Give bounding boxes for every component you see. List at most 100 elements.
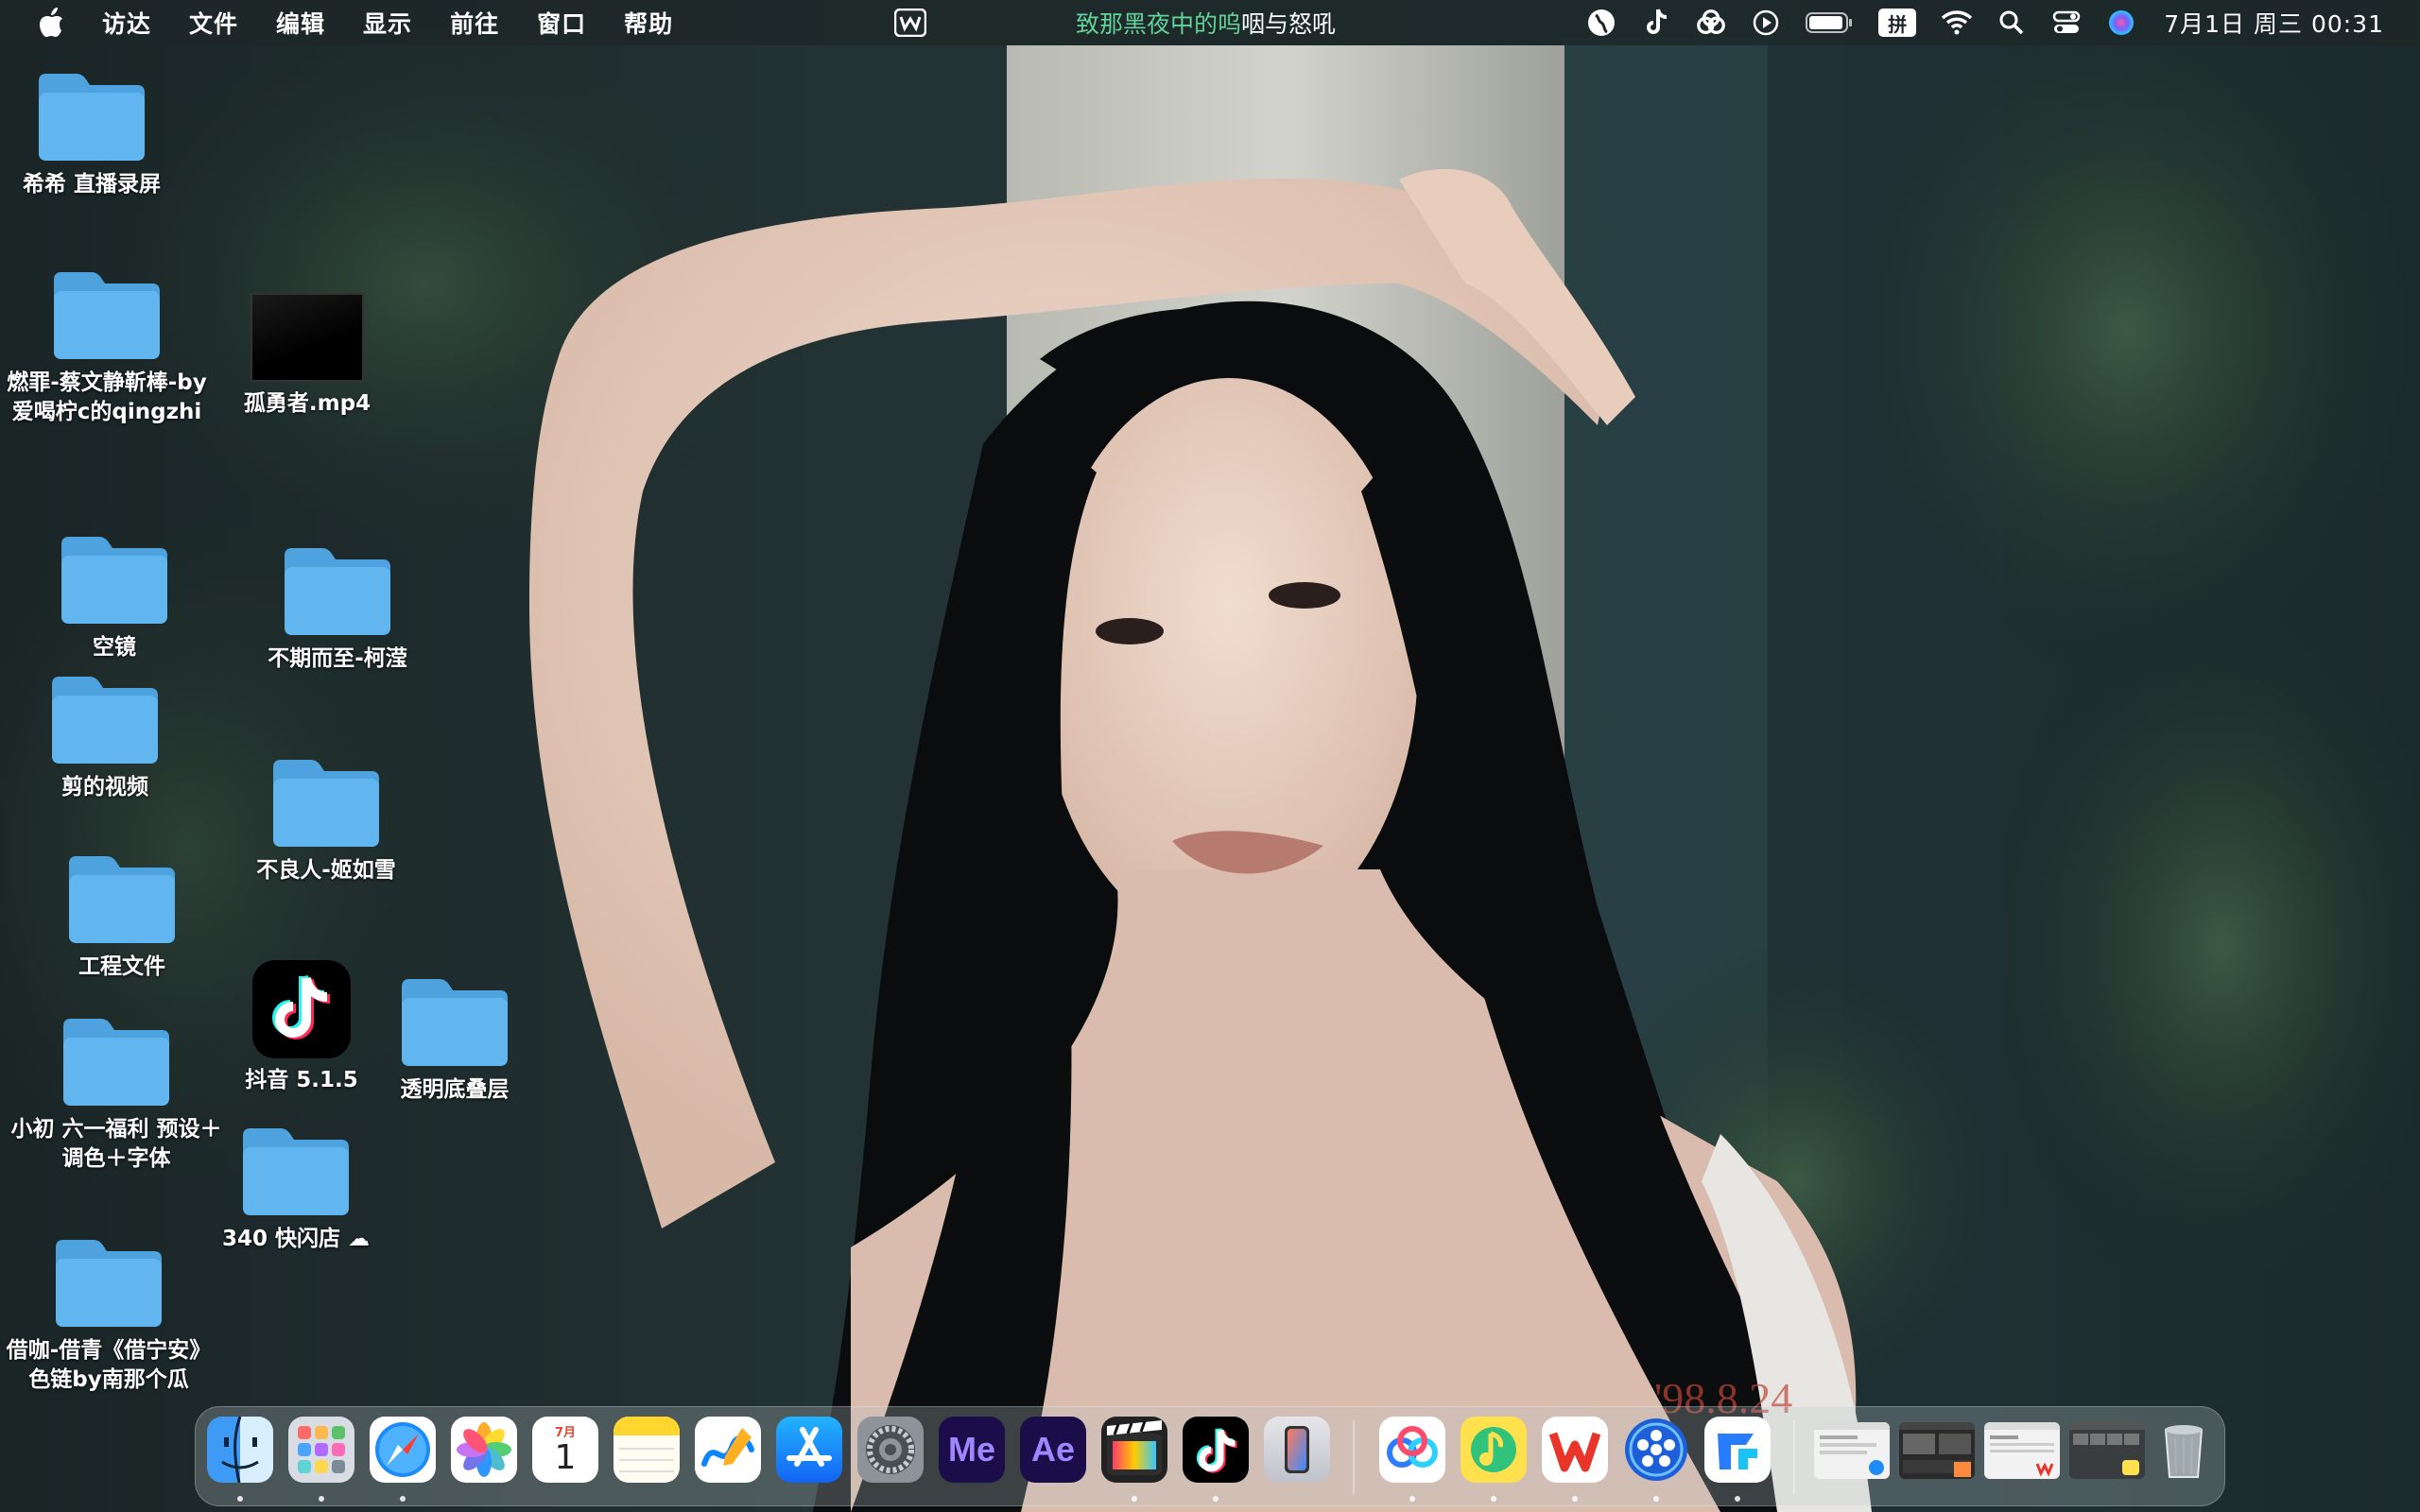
folder-340-kuaishandian[interactable]: 340 快闪店 ☁: [187, 1123, 405, 1254]
play-icon[interactable]: [1750, 7, 1782, 39]
qq-music-icon: [1471, 1427, 1516, 1472]
dock-photos[interactable]: [451, 1417, 517, 1483]
desktop-item-label: 透明底叠层: [400, 1077, 510, 1102]
dock-kuaishou-video[interactable]: [1623, 1417, 1689, 1483]
iphone-mirroring-icon: [1285, 1426, 1309, 1473]
running-indicator: [400, 1496, 406, 1502]
folder-buqierzhi[interactable]: 不期而至-柯滢: [229, 542, 446, 674]
dock-calendar[interactable]: 7月 1: [532, 1417, 598, 1483]
running-indicator: [1409, 1496, 1415, 1502]
battery-icon[interactable]: [1805, 7, 1854, 39]
menu-edit[interactable]: 编辑: [276, 6, 325, 40]
launchpad-icon: [298, 1426, 345, 1473]
apple-icon[interactable]: [38, 0, 66, 45]
dock-qq-music[interactable]: [1461, 1417, 1527, 1483]
final-cut-icon: [1107, 1420, 1162, 1475]
photos-icon: [457, 1422, 511, 1477]
freeform-icon: [701, 1428, 754, 1467]
running-indicator: [1653, 1496, 1659, 1502]
dock-launchpad[interactable]: [288, 1417, 354, 1483]
search-icon[interactable]: [1996, 7, 2028, 39]
folder-buliangren[interactable]: 不良人-姬如雪: [217, 754, 435, 885]
minimized-window-3[interactable]: [1984, 1422, 2060, 1479]
folder-icon: [69, 856, 175, 943]
dock-notes[interactable]: [614, 1417, 680, 1483]
dock-iphone-mirroring[interactable]: [1264, 1417, 1330, 1483]
desktop-item-label: 不期而至-柯滢: [268, 646, 407, 671]
dock-baidu-netdisk[interactable]: [1379, 1417, 1445, 1483]
globe-icon[interactable]: [1585, 7, 1617, 39]
minimized-window-4[interactable]: [2069, 1422, 2145, 1479]
lyrics-rest: 咽与怒吼: [1241, 10, 1337, 38]
tiktok-icon: [1196, 1428, 1237, 1473]
wps-icon: [1548, 1432, 1601, 1472]
safari-icon: [375, 1422, 430, 1477]
finder-icon: [207, 1417, 273, 1483]
folder-icon: [285, 548, 390, 635]
dock-trash[interactable]: [2151, 1417, 2217, 1483]
lyrics-highlight: 致那黑夜中的呜: [1076, 10, 1242, 38]
menu-finder[interactable]: 访达: [102, 6, 151, 40]
folder-ranzui[interactable]: 燃罪-蔡文静靳棒-by 爱喝柠c的qingzhi: [0, 266, 216, 427]
minimized-window-1[interactable]: [1814, 1422, 1890, 1479]
app-store-icon: [786, 1427, 832, 1467]
dock-feishu-transfer[interactable]: [1704, 1417, 1771, 1483]
media-encoder-icon: Me: [947, 1430, 995, 1469]
desktop-item-label: 工程文件: [78, 954, 165, 979]
dock-media-encoder[interactable]: Me: [939, 1417, 1005, 1483]
now-playing-lyrics[interactable]: 致那黑夜中的呜 咽与怒吼: [1076, 0, 1336, 45]
desktop-item-label: 孤勇者.mp4: [243, 391, 372, 416]
control-center-icon[interactable]: [2050, 7, 2083, 39]
video-editor-icon: [1625, 1418, 1687, 1481]
menu-file[interactable]: 文件: [189, 6, 238, 40]
dock-app-store[interactable]: [776, 1417, 842, 1483]
dock-freeform[interactable]: [695, 1417, 761, 1483]
folder-icon: [56, 1240, 162, 1327]
wifi-icon[interactable]: [1941, 7, 1973, 39]
dock: 7月 1 Me Ae: [195, 1406, 2225, 1506]
baidu-netdisk-icon: [1387, 1426, 1438, 1468]
desktop-item-label: 燃罪-蔡文静靳棒-by 爱喝柠c的qingzhi: [7, 370, 207, 424]
folder-toumingdi[interactable]: 透明底叠层: [346, 973, 563, 1105]
menu-view[interactable]: 显示: [363, 6, 412, 40]
folder-xixi-live-recording[interactable]: 希希 直播录屏: [0, 68, 200, 199]
wps-menubar-icon[interactable]: [893, 8, 927, 38]
folder-jian-de-shipin[interactable]: 剪的视频: [0, 671, 214, 802]
desktop-item-label: 340 快闪店 ☁: [221, 1227, 371, 1251]
dock-safari[interactable]: [370, 1417, 436, 1483]
siri-icon[interactable]: [2105, 7, 2137, 39]
dock-final-cut-pro[interactable]: [1101, 1417, 1167, 1483]
folder-icon: [273, 760, 379, 847]
folder-icon: [61, 537, 167, 624]
minimized-window-2[interactable]: [1899, 1422, 1975, 1479]
menu-help[interactable]: 帮助: [624, 6, 673, 40]
dock-finder[interactable]: [207, 1417, 273, 1483]
status-area: 拼 7月1日 周三 00:31: [1563, 0, 2420, 45]
menu-window[interactable]: 窗口: [537, 6, 586, 40]
tiktok-icon: [252, 960, 351, 1058]
folder-icon: [54, 272, 160, 359]
dock-after-effects[interactable]: Ae: [1020, 1417, 1086, 1483]
folder-jieka[interactable]: 借咖-借青《借宁安》 色链by南那个瓜: [0, 1234, 217, 1395]
trash-icon: [2164, 1425, 2204, 1478]
folder-icon: [243, 1128, 349, 1215]
desktop-item-label: 抖音 5.1.5: [245, 1068, 358, 1092]
input-method-icon[interactable]: 拼: [1876, 7, 1918, 39]
menu-go[interactable]: 前往: [450, 6, 499, 40]
folder-icon: [39, 74, 145, 161]
file-guyongzhe-mp4[interactable]: 孤勇者.mp4: [199, 287, 416, 419]
tiktok-icon[interactable]: [1640, 7, 1672, 39]
desktop-item-label: 空镜: [93, 635, 136, 660]
menubar-clock[interactable]: 7月1日 周三 00:31: [2164, 6, 2384, 40]
after-effects-icon: Ae: [1030, 1430, 1076, 1469]
creative-cloud-icon[interactable]: [1695, 7, 1727, 39]
folder-icon: [402, 979, 508, 1066]
dock-separator: [1793, 1420, 1795, 1494]
folder-kongjing[interactable]: 空镜: [6, 531, 223, 662]
transfer-icon: [1718, 1434, 1757, 1469]
desktop-item-label: 不良人-姬如雪: [256, 858, 396, 883]
dock-wps-office[interactable]: [1542, 1417, 1608, 1483]
dock-douyin[interactable]: [1183, 1417, 1249, 1483]
running-indicator: [1213, 1496, 1219, 1502]
dock-system-settings[interactable]: [857, 1417, 924, 1483]
